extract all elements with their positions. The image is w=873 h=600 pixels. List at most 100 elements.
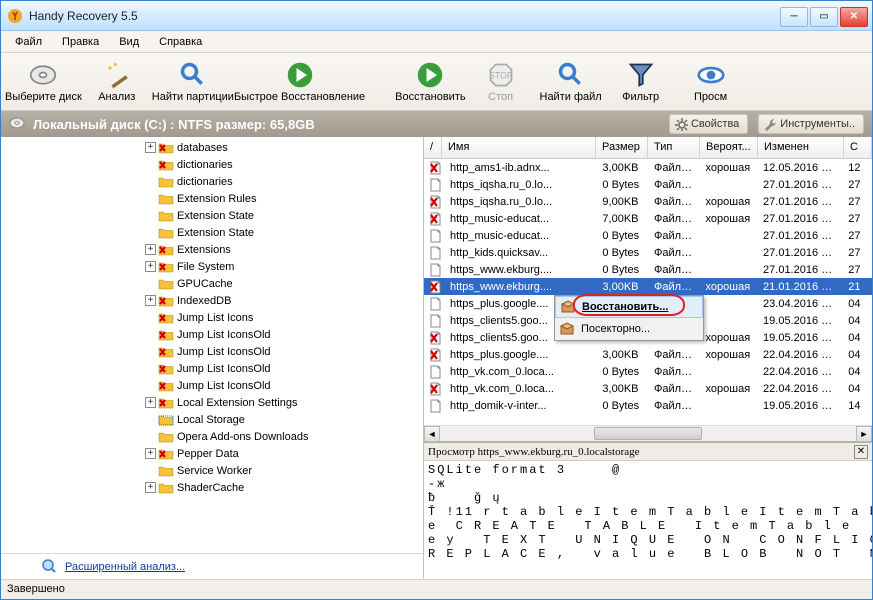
tree-item[interactable]: Local Storage: [1, 411, 423, 428]
file-list[interactable]: http_ams1-ib.adnx...3,00KBФайл "...хорош…: [424, 159, 872, 425]
cell-type: Файл "...: [648, 179, 700, 191]
ctx-sector[interactable]: Посекторно...: [555, 318, 703, 340]
cell-type: Файл "...: [648, 383, 700, 395]
tree-expand-icon[interactable]: +: [145, 482, 156, 493]
folder-icon: [158, 277, 174, 290]
tree-expand-icon[interactable]: +: [145, 397, 156, 408]
tree-item-label: Jump List IconsOld: [177, 380, 271, 392]
tree-item[interactable]: +File System: [1, 258, 423, 275]
scroll-thumb[interactable]: [594, 427, 702, 440]
ctx-recover[interactable]: Восстановить...: [555, 296, 703, 318]
tree-expand-icon[interactable]: +: [145, 261, 156, 272]
tree-item[interactable]: Extension State: [1, 224, 423, 241]
filter-button[interactable]: Фильтр: [606, 55, 676, 109]
scroll-right-button[interactable]: ►: [856, 426, 872, 442]
tree-expand-icon[interactable]: +: [145, 244, 156, 255]
tree-item[interactable]: Jump List IconsOld: [1, 326, 423, 343]
preview-close-button[interactable]: ✕: [854, 445, 868, 459]
tree-item[interactable]: dictionaries: [1, 156, 423, 173]
tree-item-label: GPUCache: [177, 278, 233, 290]
tree-item[interactable]: Service Worker: [1, 462, 423, 479]
tree-item-label: Service Worker: [177, 465, 252, 477]
file-row[interactable]: http_music-educat...7,00KBФайл "...хорош…: [424, 210, 872, 227]
tree-item[interactable]: Jump List IconsOld: [1, 343, 423, 360]
col-type[interactable]: Тип: [648, 137, 700, 158]
tree-item[interactable]: Jump List IconsOld: [1, 360, 423, 377]
tree-item[interactable]: Opera Add-ons Downloads: [1, 428, 423, 445]
file-row[interactable]: http_ams1-ib.adnx...3,00KBФайл "...хорош…: [424, 159, 872, 176]
file-row[interactable]: http_domik-v-inter...0 BytesФайл "...19.…: [424, 397, 872, 414]
analyze-button[interactable]: Анализ: [82, 55, 152, 109]
find-partitions-button[interactable]: Найти партиции: [152, 55, 234, 109]
gear-icon: [674, 117, 688, 131]
h-scrollbar[interactable]: ◄ ►: [424, 425, 872, 441]
col-c[interactable]: С: [844, 137, 872, 158]
file-row[interactable]: https_www.ekburg....3,00KBФайл "...хорош…: [424, 278, 872, 295]
tree-item[interactable]: Jump List Icons: [1, 309, 423, 326]
file-row[interactable]: http_music-educat...0 BytesФайл "...27.0…: [424, 227, 872, 244]
minimize-button[interactable]: ─: [780, 7, 808, 27]
menu-file[interactable]: Файл: [7, 33, 50, 51]
status-text: Завершено: [7, 583, 65, 595]
col-name[interactable]: Имя: [442, 137, 596, 158]
tree-item[interactable]: Extension State: [1, 207, 423, 224]
cell-mod: 21.01.2016 8:...: [757, 281, 842, 293]
file-row[interactable]: https_iqsha.ru_0.lo...0 BytesФайл "...27…: [424, 176, 872, 193]
tree-item-label: Jump List IconsOld: [177, 329, 271, 341]
tree-pane: +databasesdictionariesdictionariesExtens…: [1, 137, 424, 579]
cell-prob: хорошая: [700, 383, 757, 395]
advanced-analysis-link[interactable]: Расширенный анализ...: [65, 561, 185, 573]
cell-mod: 19.05.2016 12...: [757, 315, 842, 327]
file-row[interactable]: https_iqsha.ru_0.lo...9,00KBФайл "...хор…: [424, 193, 872, 210]
tree-item[interactable]: Extension Rules: [1, 190, 423, 207]
file-row[interactable]: http_vk.com_0.loca...3,00KBФайл "...хоро…: [424, 380, 872, 397]
close-button[interactable]: ✕: [840, 7, 868, 27]
tree-item[interactable]: +Extensions: [1, 241, 423, 258]
maximize-button[interactable]: ▭: [810, 7, 838, 27]
folder-deleted-icon: [158, 260, 174, 273]
file-icon: [428, 297, 442, 311]
col-mark[interactable]: /: [424, 137, 442, 158]
recover-button[interactable]: Восстановить: [395, 55, 465, 109]
tree-expand-icon[interactable]: +: [145, 295, 156, 306]
col-mod[interactable]: Изменен: [758, 137, 844, 158]
file-row[interactable]: http_vk.com_0.loca...0 BytesФайл "...22.…: [424, 363, 872, 380]
tree-expand-icon: [145, 312, 156, 323]
select-disk-button[interactable]: Выберите диск: [5, 55, 82, 109]
search-icon: [179, 61, 207, 89]
tree-item-label: Extension State: [177, 210, 254, 222]
tree-expand-icon[interactable]: +: [145, 448, 156, 459]
file-row[interactable]: https_www.ekburg....0 BytesФайл "...27.0…: [424, 261, 872, 278]
tree-item[interactable]: +Pepper Data: [1, 445, 423, 462]
file-deleted-icon: [428, 212, 442, 226]
tree-item[interactable]: Jump List IconsOld: [1, 377, 423, 394]
properties-button[interactable]: Свойства: [669, 114, 748, 134]
tree-item[interactable]: +ShaderCache: [1, 479, 423, 496]
menu-edit[interactable]: Правка: [54, 33, 107, 51]
file-row[interactable]: https_plus.google....3,00KBФайл "...хоро…: [424, 346, 872, 363]
tree-item[interactable]: +IndexedDB: [1, 292, 423, 309]
folder-tree[interactable]: +databasesdictionariesdictionariesExtens…: [1, 137, 423, 553]
tree-item[interactable]: GPUCache: [1, 275, 423, 292]
menu-help[interactable]: Справка: [151, 33, 210, 51]
preview-button[interactable]: Просм: [676, 55, 746, 109]
col-size[interactable]: Размер: [596, 137, 648, 158]
scroll-left-button[interactable]: ◄: [424, 426, 440, 442]
col-prob[interactable]: Вероят...: [700, 137, 758, 158]
stop-button: Стоп: [466, 55, 536, 109]
tree-item-label: Jump List IconsOld: [177, 346, 271, 358]
tree-item-label: Jump List IconsOld: [177, 363, 271, 375]
stop-icon: [487, 61, 515, 89]
tree-item[interactable]: dictionaries: [1, 173, 423, 190]
find-file-button[interactable]: Найти файл: [536, 55, 606, 109]
tree-expand-icon[interactable]: +: [145, 142, 156, 153]
tree-expand-icon: [145, 346, 156, 357]
cell-mod: 12.05.2016 6:...: [757, 162, 842, 174]
fast-recovery-button[interactable]: Быстрое Восстановление: [234, 55, 365, 109]
file-row[interactable]: http_kids.quicksav...0 BytesФайл "...27.…: [424, 244, 872, 261]
tree-item[interactable]: +databases: [1, 139, 423, 156]
tree-item[interactable]: +Local Extension Settings: [1, 394, 423, 411]
folder-deleted-icon: [158, 158, 174, 171]
menu-view[interactable]: Вид: [111, 33, 147, 51]
tools-button[interactable]: Инструменты..: [758, 114, 864, 134]
